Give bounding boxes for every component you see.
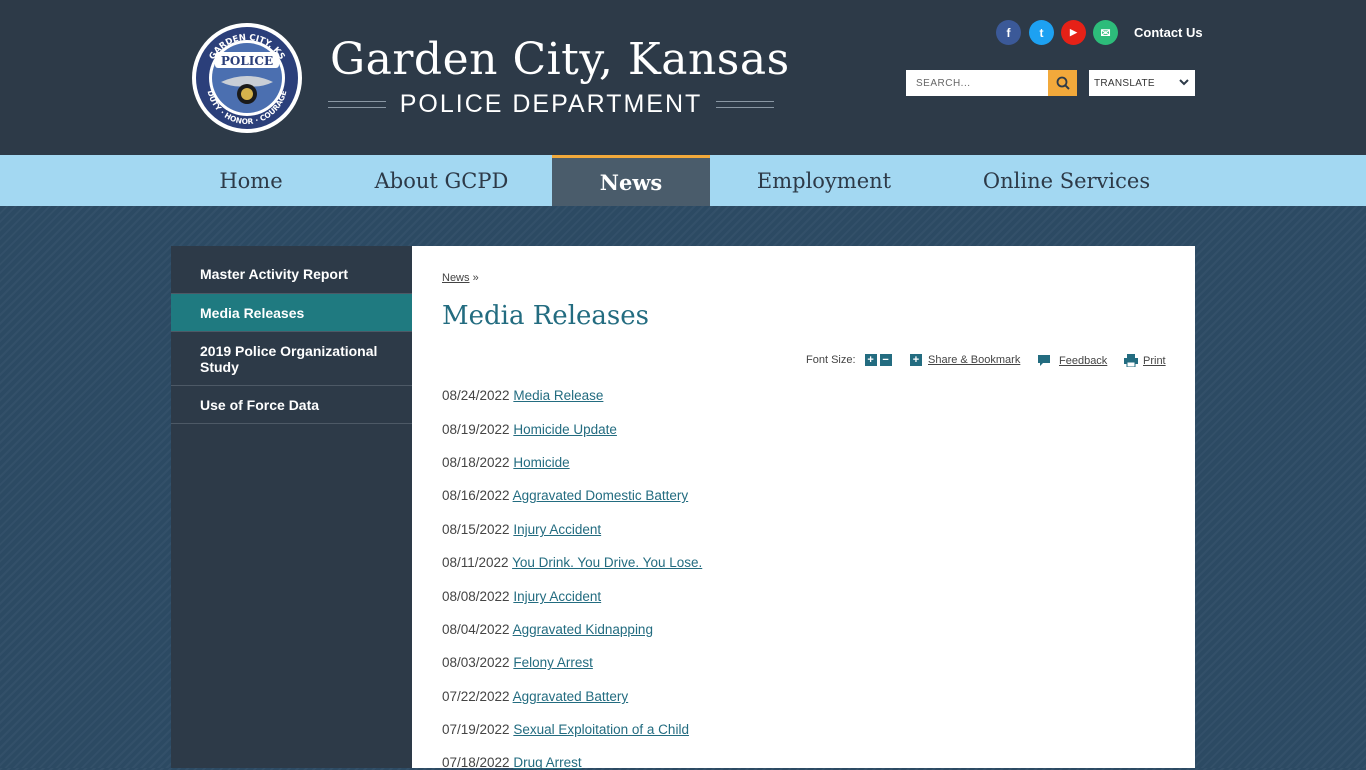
nav-home[interactable]: Home — [171, 155, 331, 206]
breadcrumb: News » — [442, 272, 479, 284]
list-item: 08/04/2022 Aggravated Kidnapping — [442, 622, 653, 637]
site-subtitle: POLICE DEPARTMENT — [327, 88, 775, 120]
release-link[interactable]: Injury Accident — [513, 522, 601, 537]
list-item: 08/24/2022 Media Release — [442, 388, 604, 403]
chevron-down-icon — [1173, 77, 1195, 89]
search-icon — [1056, 76, 1070, 90]
font-size-tool: Font Size: + − — [806, 354, 895, 366]
release-link[interactable]: You Drink. You Drive. You Lose. — [512, 555, 702, 570]
main-nav: Home About GCPD News Employment Online S… — [0, 155, 1366, 206]
release-link[interactable]: Sexual Exploitation of a Child — [513, 722, 689, 737]
subtitle-rule-left — [327, 100, 386, 108]
subtitle-rule-right — [716, 100, 775, 108]
feedback-link[interactable]: Feedback — [1059, 355, 1107, 367]
release-link[interactable]: Felony Arrest — [513, 655, 593, 670]
youtube-icon[interactable]: ▶ — [1061, 20, 1086, 45]
list-item: 08/15/2022 Injury Accident — [442, 522, 602, 537]
facebook-icon[interactable]: f — [996, 20, 1021, 45]
sidebar-item-media-releases[interactable]: Media Releases — [171, 294, 412, 332]
breadcrumb-separator: » — [472, 272, 479, 284]
breadcrumb-news-link[interactable]: News — [442, 272, 470, 284]
font-increase-icon[interactable]: + — [864, 354, 877, 366]
print-tool: Print — [1124, 354, 1166, 367]
share-tool: + Share & Bookmark — [910, 354, 1020, 366]
printer-icon — [1124, 354, 1138, 367]
print-link[interactable]: Print — [1143, 355, 1166, 367]
list-item: 07/19/2022 Sexual Exploitation of a Chil… — [442, 722, 689, 737]
page-title: Media Releases — [442, 301, 649, 331]
site-header: POLICE GARDEN CITY, KS DUTY · HONOR · CO… — [0, 0, 1366, 155]
sidebar-item-organizational-study[interactable]: 2019 Police Organizational Study — [171, 332, 412, 386]
release-link[interactable]: Homicide — [513, 455, 569, 470]
sidebar-item-use-of-force-data[interactable]: Use of Force Data — [171, 386, 412, 424]
plus-icon: + — [910, 354, 922, 366]
feedback-tool: Feedback — [1037, 354, 1107, 367]
sidebar-item-master-activity-report[interactable]: Master Activity Report — [171, 254, 412, 294]
font-size-label: Font Size: — [806, 354, 856, 366]
nav-online-services[interactable]: Online Services — [938, 155, 1195, 206]
list-item: 08/16/2022 Aggravated Domestic Battery — [442, 488, 689, 503]
email-icon[interactable]: ✉ — [1093, 20, 1118, 45]
site-title[interactable]: Garden City, Kansas — [330, 34, 789, 85]
main-content: News » Media Releases Font Size: + − + S… — [412, 246, 1195, 770]
list-item: 07/22/2022 Aggravated Battery — [442, 689, 629, 704]
nav-about-gcpd[interactable]: About GCPD — [331, 155, 552, 206]
release-link[interactable]: Aggravated Domestic Battery — [513, 488, 689, 503]
site-subtitle-text: POLICE DEPARTMENT — [399, 89, 703, 118]
nav-employment[interactable]: Employment — [710, 155, 938, 206]
translate-dropdown[interactable]: TRANSLATE — [1089, 70, 1195, 96]
speech-bubble-icon — [1038, 355, 1050, 366]
search-input[interactable] — [906, 70, 1048, 96]
translate-label: TRANSLATE — [1094, 77, 1155, 89]
share-bookmark-link[interactable]: Share & Bookmark — [928, 354, 1020, 366]
list-item: 08/11/2022 You Drink. You Drive. You Los… — [442, 555, 703, 570]
list-item: 08/18/2022 Homicide — [442, 455, 570, 470]
release-link[interactable]: Homicide Update — [513, 422, 617, 437]
release-link[interactable]: Media Release — [513, 388, 603, 403]
sidebar: Master Activity Report Media Releases 20… — [171, 246, 412, 768]
list-item: 08/08/2022 Injury Accident — [442, 589, 602, 604]
release-link[interactable]: Injury Accident — [513, 589, 601, 604]
release-link[interactable]: Aggravated Kidnapping — [513, 622, 653, 637]
search-button[interactable] — [1048, 70, 1077, 96]
twitter-icon[interactable]: t — [1029, 20, 1054, 45]
release-link[interactable]: Aggravated Battery — [513, 689, 629, 704]
font-decrease-icon[interactable]: − — [879, 354, 892, 366]
contact-us-link[interactable]: Contact Us — [1134, 25, 1203, 40]
nav-news[interactable]: News — [552, 155, 710, 206]
list-item: 08/19/2022 Homicide Update — [442, 422, 617, 437]
police-badge-logo[interactable]: POLICE GARDEN CITY, KS DUTY · HONOR · CO… — [191, 22, 303, 134]
list-item: 08/03/2022 Felony Arrest — [442, 655, 593, 670]
badge-center-text: POLICE — [221, 54, 273, 68]
